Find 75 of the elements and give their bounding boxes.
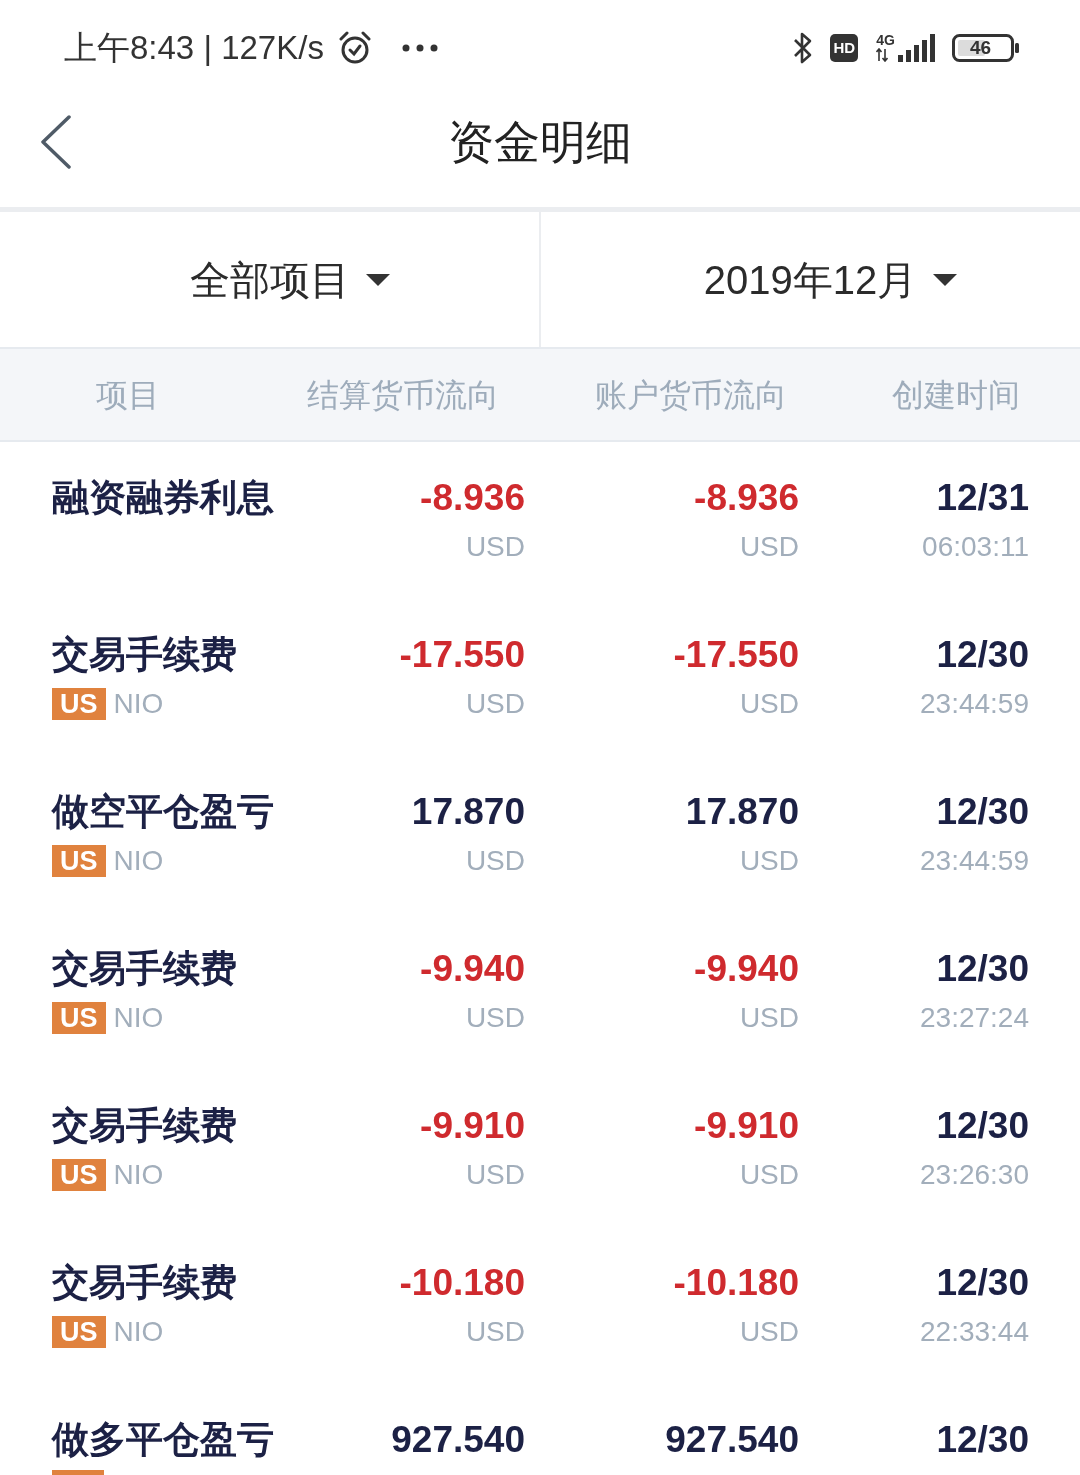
filter-dropdown[interactable]: 2019年12月 xyxy=(703,255,958,304)
alarm-clock-icon xyxy=(337,30,372,65)
settlement-currency: USD xyxy=(465,1158,525,1192)
created-time: 22:33:44 xyxy=(920,1315,1029,1349)
created-time: 23:27:24 xyxy=(920,1001,1029,1035)
back-icon[interactable] xyxy=(40,115,72,169)
created-time: 06:03:11 xyxy=(922,530,1029,564)
caret-icon xyxy=(365,273,390,286)
stock-symbol: NIO xyxy=(113,1158,164,1192)
settlement-amount: -10.180 xyxy=(399,1261,525,1305)
market-tag: US xyxy=(52,688,106,720)
account-amount: -17.550 xyxy=(673,633,799,677)
page-title: 资金明细 xyxy=(448,115,632,170)
account-currency: USD xyxy=(739,1158,799,1192)
settlement-amount: 927.540 xyxy=(391,1418,525,1462)
stock-symbol: NIO xyxy=(113,687,164,721)
column-heading: 项目 xyxy=(96,375,160,415)
market-tag: US xyxy=(52,845,106,877)
network-type: 4G xyxy=(876,33,895,48)
signal-icon xyxy=(898,34,936,62)
item-name: 交易手续费 xyxy=(52,1104,237,1148)
account-amount: -10.180 xyxy=(673,1261,799,1305)
item-name: 交易手续费 xyxy=(52,633,237,677)
created-date: 12/30 xyxy=(936,1261,1029,1305)
more-icon xyxy=(401,43,438,52)
created-time: 23:26:30 xyxy=(920,1158,1029,1192)
account-currency: USD xyxy=(739,1315,799,1349)
data-arrows-icon xyxy=(876,48,889,62)
item-name: 做空平仓盈亏 xyxy=(52,790,274,834)
battery-icon xyxy=(952,33,1020,62)
settlement-currency: USD xyxy=(465,530,525,564)
account-amount: 17.870 xyxy=(685,790,799,834)
account-currency: USD xyxy=(739,687,799,721)
created-time: 23:44:59 xyxy=(920,844,1029,878)
account-currency: USD xyxy=(739,530,799,564)
created-date: 12/30 xyxy=(936,633,1029,677)
item-name: 做多平仓盈亏 xyxy=(52,1418,274,1462)
settlement-amount: -8.936 xyxy=(420,476,525,520)
settlement-currency: USD xyxy=(465,844,525,878)
settlement-amount: -9.940 xyxy=(420,947,525,991)
status-time-speed: 上午8:43 | 127K/s xyxy=(64,27,324,68)
account-amount: -8.936 xyxy=(694,476,799,520)
account-amount: 927.540 xyxy=(665,1418,799,1462)
settlement-currency: USD xyxy=(465,1001,525,1035)
item-name: 交易手续费 xyxy=(52,947,237,991)
column-heading: 账户货币流向 xyxy=(595,375,787,415)
market-tag: US xyxy=(52,1159,106,1191)
market-tag: US xyxy=(52,1316,106,1348)
battery-percentage: 46 xyxy=(970,36,992,59)
market-tag: US xyxy=(52,1002,106,1034)
account-amount: -9.940 xyxy=(694,947,799,991)
column-heading: 创建时间 xyxy=(892,375,1020,415)
settlement-currency: USD xyxy=(465,1315,525,1349)
caret-icon xyxy=(933,273,958,286)
item-name: 融资融券利息 xyxy=(52,476,274,520)
created-date: 12/30 xyxy=(936,790,1029,834)
account-amount: -9.910 xyxy=(694,1104,799,1148)
account-currency: USD xyxy=(739,844,799,878)
filter-dropdown[interactable]: 全部项目 xyxy=(189,255,390,304)
item-name: 交易手续费 xyxy=(52,1261,237,1305)
settlement-amount: 17.870 xyxy=(411,790,525,834)
stock-symbol: NIO xyxy=(113,844,164,878)
settlement-amount: -17.550 xyxy=(399,633,525,677)
created-date: 12/31 xyxy=(936,476,1029,520)
created-date: 12/30 xyxy=(936,1418,1029,1462)
settlement-currency: USD xyxy=(465,687,525,721)
created-date: 12/30 xyxy=(936,947,1029,991)
settlement-amount: -9.910 xyxy=(420,1104,525,1148)
stock-symbol: NIO xyxy=(113,1001,164,1035)
created-time: 23:44:59 xyxy=(920,687,1029,721)
stock-symbol: NIO xyxy=(113,1315,164,1349)
account-currency: USD xyxy=(739,1001,799,1035)
created-date: 12/30 xyxy=(936,1104,1029,1148)
hd-badge: HD xyxy=(830,33,859,62)
column-heading: 结算货币流向 xyxy=(307,375,499,415)
